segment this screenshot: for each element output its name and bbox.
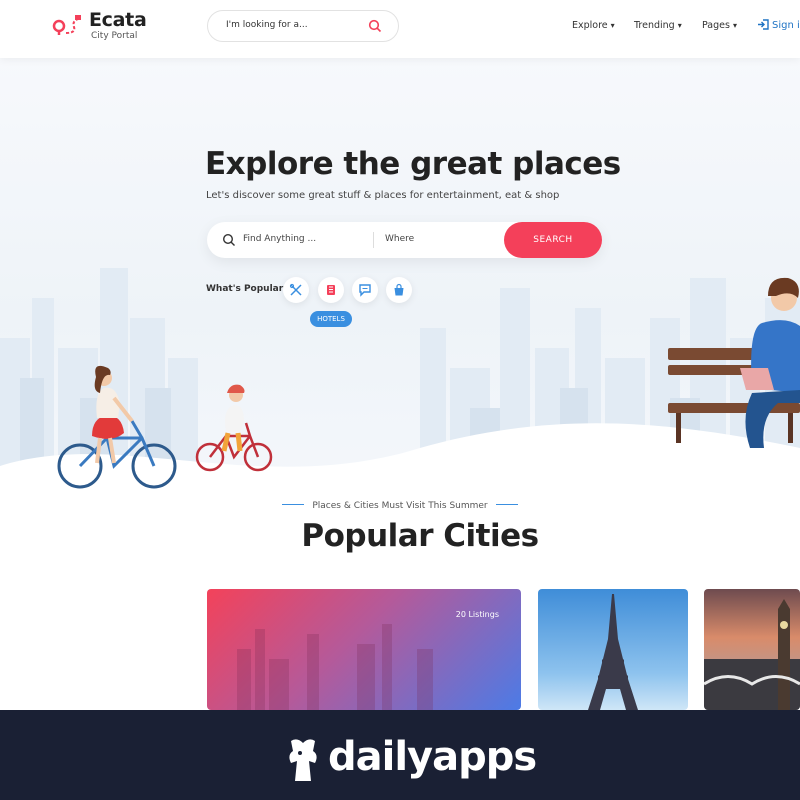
listings-count: 20 Listings — [455, 610, 499, 619]
nav-pages-label: Pages — [702, 20, 730, 31]
hero: Explore the great places Let's discover … — [0, 58, 800, 498]
section-eyebrow-text: Places & Cities Must Visit This Summer — [312, 501, 488, 511]
hero-title: Explore the great places — [205, 146, 621, 182]
dailyapps-banner: dailyapps — [0, 710, 800, 800]
page: Ecata City Portal I'm looking for a... E… — [0, 0, 800, 710]
header-search-input[interactable]: I'm looking for a... — [207, 10, 399, 42]
nav-trending-label: Trending — [634, 20, 675, 31]
sign-in-icon — [758, 19, 769, 30]
nav-pages[interactable]: Pages ▾ — [702, 20, 737, 31]
restaurant-icon — [289, 283, 302, 296]
header: Ecata City Portal I'm looking for a... E… — [0, 0, 800, 58]
search-icon — [222, 233, 235, 246]
hero-subtitle: Let's discover some great stuff & places… — [206, 190, 560, 201]
woman-bench-laptop-illustration — [668, 277, 800, 448]
hotel-icon — [327, 285, 335, 295]
chevron-down-icon: ▾ — [732, 21, 737, 30]
nav-explore-label: Explore — [572, 20, 608, 31]
signin-link[interactable]: Sign in — [757, 19, 800, 31]
logo[interactable]: Ecata City Portal — [52, 9, 152, 45]
signin-label: Sign in — [772, 20, 800, 31]
section-eyebrow: Places & Cities Must Visit This Summer — [0, 501, 800, 511]
city-card[interactable]: 20 Listings — [207, 589, 521, 710]
category-restaurant[interactable] — [283, 277, 309, 303]
eyebrow-line-right — [495, 504, 518, 505]
category-chat[interactable] — [352, 277, 378, 303]
logo-name: Ecata — [89, 9, 147, 31]
map-pin-route-icon — [52, 15, 81, 35]
city-card[interactable] — [704, 589, 800, 710]
logo-subtitle: City Portal — [91, 31, 138, 41]
hotels-tooltip: HOTELS — [310, 311, 352, 327]
whats-popular-label: What's Popular — [206, 284, 284, 294]
dailyapps-wordmark: dailyapps — [328, 734, 537, 780]
section-title: Popular Cities — [301, 518, 539, 554]
chevron-down-icon: ▾ — [677, 21, 682, 30]
category-hotel[interactable] — [318, 277, 344, 303]
find-anything-input[interactable]: Find Anything ... — [243, 234, 316, 244]
city-card[interactable] — [538, 589, 688, 710]
hero-search-bar: Find Anything ... Where SEARCH — [207, 222, 602, 258]
child-cyclist-illustration — [195, 384, 273, 472]
header-search-placeholder: I'm looking for a... — [226, 20, 308, 30]
eyebrow-line-left — [282, 504, 305, 505]
woman-cyclist-illustration — [57, 365, 177, 489]
search-button[interactable]: SEARCH — [504, 222, 602, 258]
dailyapps-logo-icon — [289, 739, 317, 781]
where-input[interactable]: Where — [385, 234, 414, 244]
chevron-down-icon: ▾ — [610, 21, 615, 30]
nav-explore[interactable]: Explore ▾ — [572, 20, 615, 31]
category-shopping[interactable] — [386, 277, 412, 303]
big-ben-photo — [704, 599, 800, 710]
search-divider — [373, 232, 374, 248]
nav-trending[interactable]: Trending ▾ — [634, 20, 682, 31]
city-skyline-photo — [237, 624, 433, 710]
chat-icon — [359, 284, 371, 297]
eiffel-tower-photo — [588, 594, 638, 710]
search-icon[interactable] — [368, 19, 382, 33]
shopping-bag-icon — [394, 283, 404, 296]
